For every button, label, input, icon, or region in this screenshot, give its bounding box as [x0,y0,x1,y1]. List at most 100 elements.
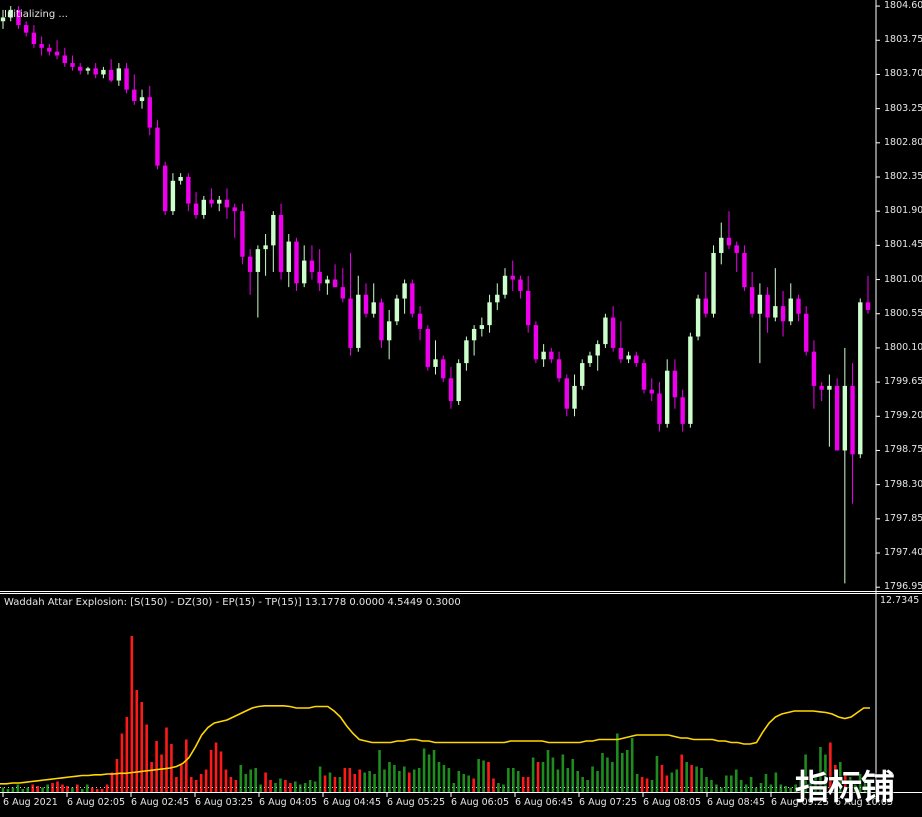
wae-bar [11,787,15,792]
candle-body [456,363,461,402]
wae-bar [477,759,480,792]
wae-bar [66,786,69,792]
wae-bar [368,771,371,792]
candle-body [155,127,160,166]
wae-bar [635,774,639,792]
time-tick-label: 6 Aug 03:25 [195,797,254,808]
wae-bar [120,733,124,792]
wae-bar [497,783,500,792]
candle-body [649,389,654,394]
wae-bar [655,756,659,792]
wae-bar [204,769,208,792]
candle-body [162,165,168,212]
candle-body [255,249,261,272]
candle-body [533,325,539,360]
candle-body [417,313,423,329]
wae-bar [189,777,193,792]
wae-bar [427,754,431,792]
wae-bar [467,775,471,792]
wae-bar [670,772,674,792]
candle-body [719,237,724,253]
wae-bar [417,768,421,792]
candle-body [749,287,755,314]
candle-body [742,252,747,288]
candle-body [363,294,369,314]
candle-body [688,336,693,424]
price-tick-label: 1797.40 [884,547,922,559]
wae-bar [229,777,233,792]
time-tick-label: 6 Aug 07:25 [579,797,638,808]
candle-body [209,199,214,204]
price-tick-label: 1801.45 [884,239,922,251]
candle-body [54,51,60,56]
candle-body [240,211,245,257]
wae-bar [561,754,565,792]
wae-bar [165,727,168,792]
wae-bar [784,786,788,792]
candle-body [487,302,492,326]
candle-body [441,359,446,379]
candle-body [425,328,430,367]
wae-bar [343,768,347,792]
candle-body [116,68,122,81]
wae-bar [155,741,158,792]
candle-body [448,378,454,402]
candle-body [278,214,284,272]
candle-body [217,199,222,204]
price-tick-label: 1800.10 [884,341,922,353]
wae-bar [744,784,748,792]
wae-bar [353,774,357,792]
wae-bar [437,762,441,792]
price-tick-label: 1801.90 [884,205,922,217]
wae-bar [536,762,540,792]
wae-bar [700,768,703,792]
candle-body [518,279,523,291]
wae-bar [729,775,733,792]
candle-body [147,97,152,128]
wae-bar [199,774,203,792]
wae-bar [21,789,25,792]
chart-canvas[interactable] [0,0,922,814]
price-tick-label: 1803.75 [884,34,922,46]
wae-bar [105,784,109,792]
price-tick-label: 1804.60 [884,0,922,12]
candle-body [178,176,183,181]
chart-window[interactable] [0,0,922,814]
wae-bar [323,775,327,792]
wae-bar [363,772,366,792]
candle-body [170,180,176,212]
wae-bar [254,768,257,792]
wae-bar [581,777,584,792]
candle-body [641,363,647,390]
wae-bar [338,777,342,792]
wae-bar [95,789,99,792]
wae-bar [511,768,515,792]
wae-bar [531,757,535,792]
candle-body [626,355,631,360]
candle-body [726,237,732,246]
wae-bar [130,636,134,792]
wae-bar [298,784,302,792]
candle-body [495,294,500,303]
wae-bar [422,748,426,792]
candle-body [757,294,763,314]
wae-bar [616,733,619,792]
wae-bar [125,717,129,792]
candle-body [804,313,809,352]
wae-bar [457,771,461,792]
wae-bar [625,750,629,792]
price-tick-label: 1803.25 [884,102,922,114]
wae-bar [348,768,352,792]
wae-bar [100,789,104,792]
wae-bar [734,769,738,792]
wae-bar [675,769,679,792]
candle-body [93,68,98,75]
candle-body [595,344,600,356]
wae-bar [502,784,505,792]
candle-body [610,317,616,348]
time-tick-label: 6 Aug 05:25 [387,797,446,808]
wae-bar [194,780,198,792]
candle-body [672,370,678,398]
candle-body [70,63,75,67]
candle-body [502,275,508,295]
